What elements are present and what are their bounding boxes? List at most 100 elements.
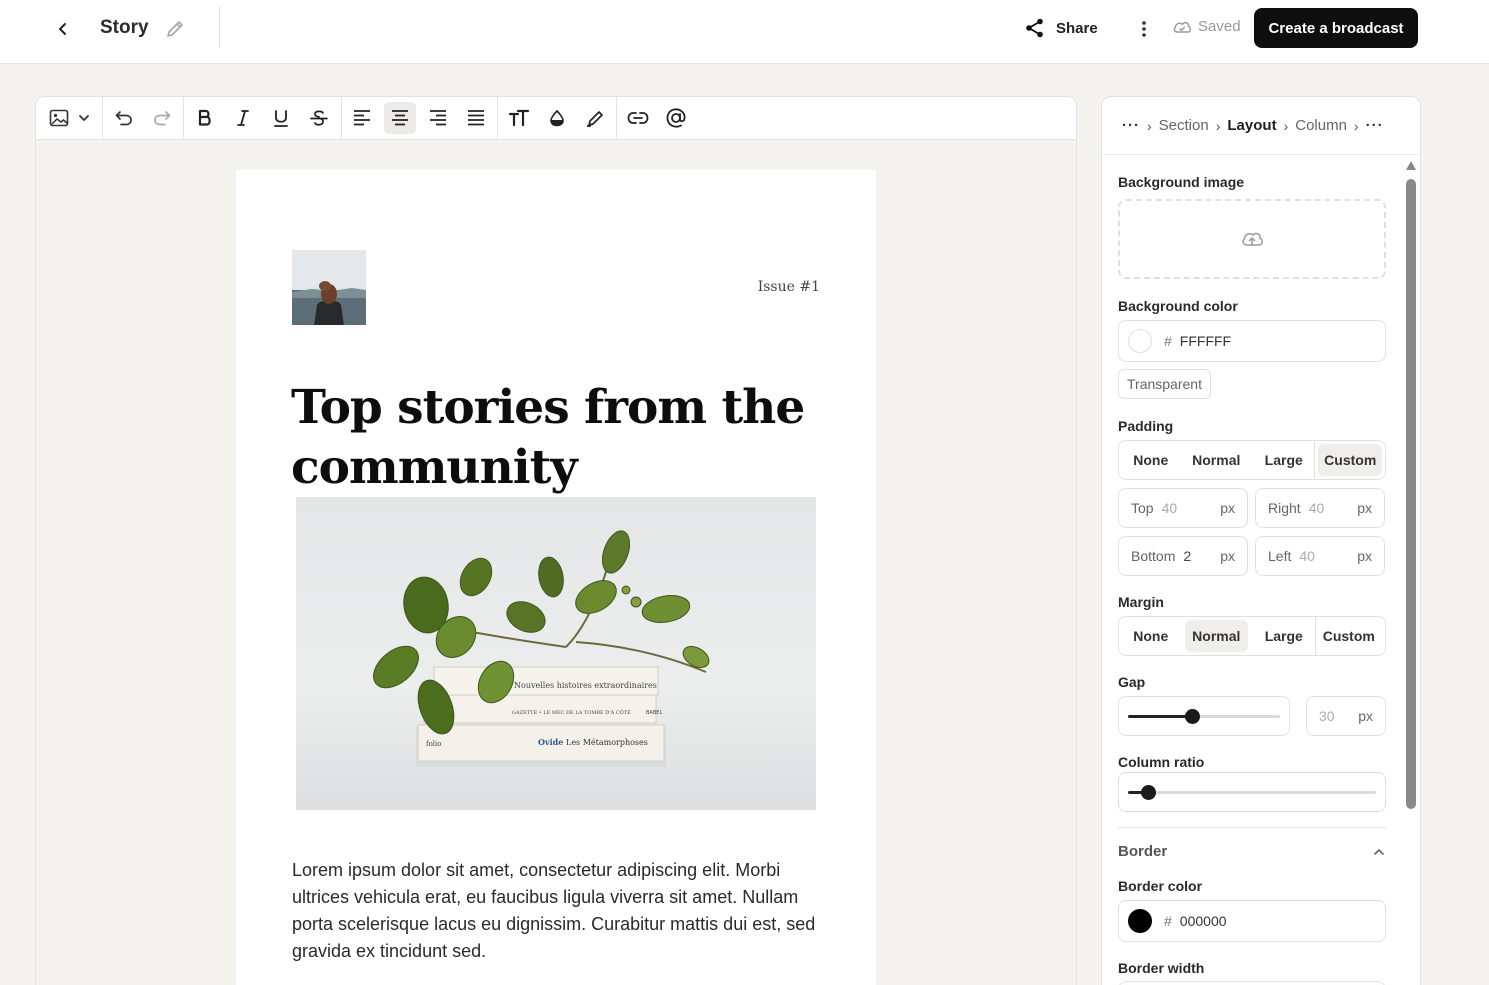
padding-left-field[interactable]: Left 40 px	[1255, 536, 1385, 576]
strikethrough-button[interactable]	[303, 102, 335, 134]
border-color-value[interactable]: 000000	[1180, 913, 1227, 929]
create-broadcast-button[interactable]: Create a broadcast	[1254, 8, 1418, 48]
padding-right-value[interactable]: 40	[1309, 500, 1358, 516]
panel-scrollbar[interactable]	[1406, 161, 1416, 861]
toolbar-divider	[497, 97, 498, 140]
mention-button[interactable]	[660, 102, 692, 134]
breadcrumb-column[interactable]: Column	[1295, 117, 1347, 134]
gap-value[interactable]: 30	[1319, 708, 1358, 724]
book-title-1: Nouvelles histoires extraordinaires	[514, 681, 657, 690]
toolbar-divider	[102, 97, 103, 140]
underline-button[interactable]	[265, 102, 297, 134]
text-size-button[interactable]	[503, 102, 535, 134]
hash-symbol: #	[1164, 913, 1172, 929]
breadcrumb: ··· › Section › Layout › Column › ···	[1102, 97, 1420, 155]
padding-top-field[interactable]: Top 40 px	[1118, 488, 1248, 528]
gap-slider[interactable]	[1118, 696, 1290, 736]
scroll-thumb[interactable]	[1406, 179, 1416, 809]
margin-large[interactable]: Large	[1253, 620, 1315, 652]
gap-value-field[interactable]: 30 px	[1306, 696, 1386, 736]
italic-button[interactable]	[227, 102, 259, 134]
margin-normal[interactable]: Normal	[1184, 620, 1249, 652]
chevron-left-icon	[59, 23, 66, 35]
share-label: Share	[1056, 19, 1098, 37]
gap-slider-fill	[1128, 715, 1192, 718]
gap-slider-handle[interactable]	[1184, 709, 1200, 724]
email-canvas[interactable]: Issue #1 Top stories from the community …	[236, 170, 876, 985]
padding-normal[interactable]: Normal	[1180, 444, 1253, 476]
more-vertical-icon	[1142, 21, 1146, 37]
scroll-up-arrow[interactable]	[1406, 161, 1416, 170]
save-status: Saved	[1172, 18, 1241, 35]
bold-button[interactable]	[189, 102, 221, 134]
background-image-upload[interactable]	[1118, 199, 1386, 279]
undo-icon	[115, 111, 132, 126]
body-paragraph[interactable]: Lorem ipsum dolor sit amet, consectetur …	[292, 857, 832, 965]
highlight-button[interactable]	[579, 102, 611, 134]
editor-panel: Issue #1 Top stories from the community …	[35, 96, 1077, 985]
align-center-button[interactable]	[384, 102, 416, 134]
share-button[interactable]: Share	[1024, 14, 1098, 42]
toolbar-divider	[616, 97, 617, 140]
more-options-button[interactable]	[1133, 16, 1155, 42]
border-color-field[interactable]: # 000000	[1118, 900, 1386, 942]
redo-button[interactable]	[146, 102, 178, 134]
chevron-right-icon: ›	[1147, 117, 1152, 134]
margin-custom[interactable]: Custom	[1316, 620, 1382, 652]
text-color-icon	[550, 109, 564, 127]
padding-left-value[interactable]: 40	[1299, 548, 1357, 564]
undo-button[interactable]	[108, 102, 140, 134]
link-button[interactable]	[622, 102, 654, 134]
text-size-icon	[508, 109, 530, 127]
padding-left-unit: px	[1357, 548, 1372, 564]
insert-image-dropdown[interactable]	[42, 102, 98, 134]
border-width-field[interactable]	[1118, 981, 1386, 985]
padding-right-label: Right	[1268, 500, 1301, 516]
redo-icon	[154, 111, 171, 126]
margin-none[interactable]: None	[1122, 620, 1180, 652]
padding-right-field[interactable]: Right 40 px	[1255, 488, 1385, 528]
padding-custom[interactable]: Custom	[1318, 444, 1382, 476]
padding-top-label: Top	[1131, 500, 1154, 516]
align-justify-button[interactable]	[460, 102, 492, 134]
padding-right-unit: px	[1357, 500, 1372, 516]
breadcrumb-section[interactable]: Section	[1159, 117, 1209, 134]
align-right-button[interactable]	[422, 102, 454, 134]
padding-bottom-value[interactable]: 2	[1183, 548, 1220, 564]
toolbar-divider	[183, 97, 184, 140]
document-title: Story	[100, 17, 149, 38]
back-button[interactable]	[50, 16, 76, 42]
column-ratio-slider[interactable]	[1118, 772, 1386, 812]
hash-symbol: #	[1164, 333, 1172, 349]
padding-large[interactable]: Large	[1253, 444, 1315, 476]
hero-image[interactable]: Nouvelles histoires extraordinaires GAZE…	[296, 497, 816, 810]
padding-left-label: Left	[1268, 548, 1292, 564]
border-section-toggle[interactable]: Border	[1118, 843, 1386, 860]
mention-icon	[666, 108, 686, 128]
background-color-swatch[interactable]	[1128, 329, 1152, 353]
column-ratio-handle[interactable]	[1140, 785, 1156, 800]
padding-label: Padding	[1118, 418, 1174, 434]
text-color-button[interactable]	[541, 102, 573, 134]
breadcrumb-more-right[interactable]: ···	[1366, 117, 1384, 134]
background-color-field[interactable]: # FFFFFF	[1118, 320, 1386, 362]
background-color-value[interactable]: FFFFFF	[1180, 333, 1231, 349]
breadcrumb-layout[interactable]: Layout	[1227, 117, 1276, 134]
padding-top-value[interactable]: 40	[1162, 500, 1221, 516]
chevron-right-icon: ›	[1283, 117, 1289, 134]
padding-none[interactable]: None	[1122, 444, 1180, 476]
book-series: folio	[426, 740, 442, 748]
background-color-label: Background color	[1118, 298, 1238, 314]
edit-title-button[interactable]	[164, 18, 186, 40]
link-icon	[627, 112, 649, 124]
border-color-swatch[interactable]	[1128, 909, 1152, 933]
headline[interactable]: Top stories from the community	[291, 378, 851, 498]
transparent-button[interactable]: Transparent	[1118, 369, 1211, 399]
top-bar: Story Share Saved Create a broadcast	[0, 0, 1489, 64]
book-author: Ovide	[538, 737, 563, 747]
align-left-button[interactable]	[346, 102, 378, 134]
padding-bottom-field[interactable]: Bottom 2 px	[1118, 536, 1248, 576]
breadcrumb-more-left[interactable]: ···	[1122, 117, 1140, 134]
logo-image[interactable]	[292, 250, 366, 325]
chevron-right-icon: ›	[1353, 117, 1359, 134]
